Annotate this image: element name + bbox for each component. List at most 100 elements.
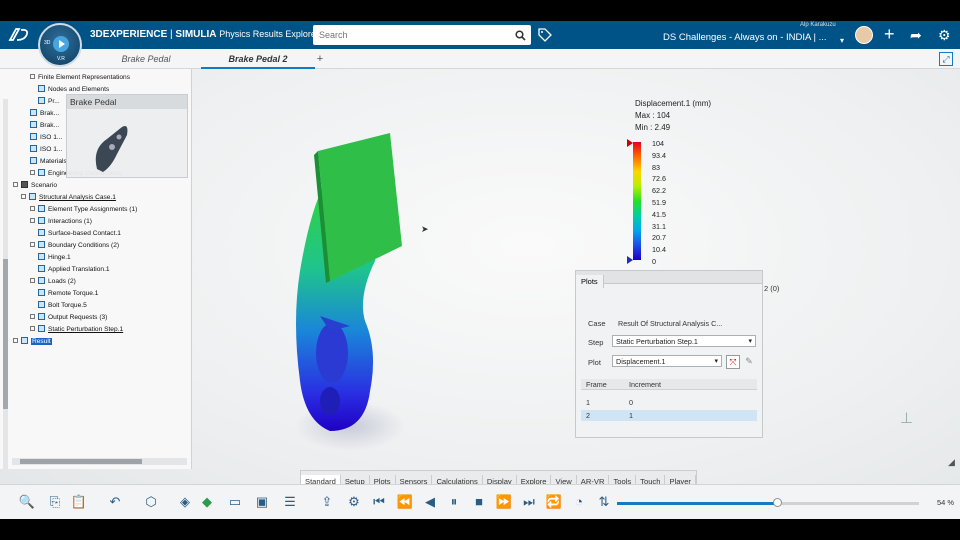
- pause-icon[interactable]: ⏸: [445, 493, 463, 511]
- axis-triad-icon[interactable]: ⊥: [900, 409, 924, 429]
- tree-node[interactable]: Bolt Torque.5: [38, 301, 87, 311]
- edit-icon[interactable]: ✎: [742, 355, 756, 369]
- chevron-down-icon[interactable]: ▾: [840, 34, 844, 48]
- brake-pedal-model[interactable]: [270, 121, 420, 451]
- export-icon[interactable]: ⇪: [318, 493, 336, 511]
- legend-max: Max : 104: [635, 111, 671, 120]
- plus-icon[interactable]: +: [884, 25, 895, 43]
- screen-icon[interactable]: ▣: [253, 493, 271, 511]
- community-icon[interactable]: ⚙: [938, 28, 951, 42]
- plot-select[interactable]: Displacement.1: [612, 355, 722, 367]
- plots-panel: Plots Case Result Of Structural Analysis…: [575, 270, 763, 438]
- avatar[interactable]: [855, 26, 873, 44]
- copy-icon[interactable]: ⎘: [46, 493, 64, 511]
- settings-icon[interactable]: ⚙: [345, 493, 363, 511]
- tree-node[interactable]: Applied Translation.1: [38, 265, 110, 275]
- legend-tick: 62.2: [652, 186, 666, 196]
- undo-icon[interactable]: ↶: [106, 493, 124, 511]
- tree-node[interactable]: Loads (2): [30, 277, 76, 287]
- tree-node[interactable]: Hinge.1: [38, 253, 71, 263]
- table-row[interactable]: 1 0: [581, 397, 757, 408]
- tree-node-result[interactable]: Result: [13, 337, 52, 347]
- legend-min-marker[interactable]: [627, 256, 633, 264]
- zoom-icon[interactable]: 🔍: [18, 493, 36, 511]
- tab-brake-pedal-2[interactable]: Brake Pedal 2: [201, 49, 315, 69]
- col-frame: Frame: [586, 380, 607, 389]
- case-label: Case: [588, 319, 606, 328]
- legend-tick: 41.5: [652, 209, 666, 219]
- legend-tick: 20.7: [652, 233, 666, 243]
- tree-node[interactable]: Boundary Conditions (2): [30, 241, 119, 251]
- ds-logo-icon[interactable]: [8, 27, 30, 43]
- table-header: Frame Increment: [581, 379, 757, 390]
- tree-node[interactable]: Pr...: [38, 97, 60, 107]
- node-icon: [30, 121, 37, 128]
- table-row-selected[interactable]: 2 1: [581, 410, 757, 421]
- tree-node[interactable]: Static Perturbation Step.1: [30, 325, 123, 335]
- preview-thumbnail: Brake Pedal: [66, 94, 188, 178]
- legend-max-marker[interactable]: [627, 139, 633, 147]
- compass-version-label: V.R: [57, 56, 65, 62]
- top-bar: 3DEXPERIENCE | SIMULIA Physics Results E…: [0, 21, 960, 49]
- tree-node[interactable]: Brak...: [30, 109, 59, 119]
- col-increment: Increment: [629, 380, 661, 389]
- tab-brake-pedal[interactable]: Brake Pedal: [105, 49, 187, 69]
- tree-node[interactable]: Scenario: [13, 181, 57, 191]
- step-label: Step: [588, 338, 604, 347]
- node-icon: [38, 169, 45, 176]
- legend-tick: 93.4: [652, 150, 666, 160]
- tree-node[interactable]: Remote Torque.1: [38, 289, 98, 299]
- tree-node[interactable]: ISO 1...: [30, 145, 62, 155]
- list-icon[interactable]: ☰: [281, 493, 299, 511]
- legend-tick: 0: [652, 257, 656, 266]
- slider-knob[interactable]: [773, 498, 783, 507]
- tree-node[interactable]: Structural Analysis Case.1: [21, 193, 116, 203]
- tag-icon[interactable]: [538, 28, 552, 42]
- search-icon[interactable]: [515, 30, 526, 41]
- node-icon: [38, 229, 45, 236]
- specification-tree: Finite Element Representations Nodes and…: [0, 69, 192, 469]
- search-input[interactable]: [313, 25, 531, 45]
- compass[interactable]: 3D V.R: [38, 23, 82, 67]
- monitor-icon[interactable]: ▭: [226, 493, 244, 511]
- speed-icon[interactable]: ◔: [570, 493, 588, 511]
- paste-icon[interactable]: 📋: [70, 493, 88, 511]
- brand-title: 3DEXPERIENCE | SIMULIA Physics Results E…: [90, 29, 319, 40]
- loop-icon[interactable]: 🔁: [545, 493, 563, 511]
- play-reverse-icon[interactable]: ◀: [421, 493, 439, 511]
- compass-3d-label: 3D: [44, 40, 51, 46]
- tree-node[interactable]: Output Requests (3): [30, 313, 107, 323]
- sort-icon[interactable]: ⇅: [595, 493, 613, 511]
- section-tabs: Standard Setup Plots Sensors Calculations Dis…: [300, 470, 697, 488]
- stop-icon[interactable]: ■: [470, 493, 488, 511]
- expand-icon[interactable]: ⤢: [939, 52, 953, 66]
- animation-slider[interactable]: [617, 498, 919, 507]
- contour-icon[interactable]: ◆: [198, 493, 216, 511]
- play-icon[interactable]: ⏩: [495, 493, 513, 511]
- tree-node[interactable]: Finite Element Representations: [30, 73, 130, 83]
- display-cube-icon[interactable]: ◈: [176, 493, 194, 511]
- slider-fill: [617, 502, 778, 505]
- node-icon: [30, 133, 37, 140]
- tree-node[interactable]: Element Type Assignments (1): [30, 205, 137, 215]
- compass-play-icon[interactable]: [53, 36, 69, 52]
- tree-node[interactable]: Materials: [30, 157, 67, 167]
- tab-new[interactable]: +: [312, 49, 328, 69]
- plot-label: Plot: [588, 358, 601, 367]
- tree-hscrollbar[interactable]: [12, 458, 187, 465]
- tree-node[interactable]: Surface-based Contact.1: [38, 229, 121, 239]
- share-icon[interactable]: ➦: [910, 28, 922, 42]
- cube-icon[interactable]: ⬡: [142, 493, 160, 511]
- collab-space-selector[interactable]: DS Challenges - Always on - INDIA | ...: [663, 32, 827, 43]
- tree-node[interactable]: ISO 1...: [30, 133, 62, 143]
- tree-scrollbar[interactable]: [3, 99, 8, 469]
- first-frame-icon[interactable]: ⏮: [370, 493, 388, 511]
- tree-node[interactable]: Interactions (1): [30, 217, 92, 227]
- last-frame-icon[interactable]: ⏭: [520, 493, 538, 511]
- step-back-icon[interactable]: ⏪: [396, 493, 414, 511]
- plots-panel-tab[interactable]: Plots: [576, 275, 604, 288]
- tree-node[interactable]: Brak...: [30, 121, 59, 131]
- plot-options-icon[interactable]: ⤧: [726, 355, 740, 369]
- collapse-arrow-icon[interactable]: ◢: [948, 457, 955, 468]
- step-select[interactable]: Static Perturbation Step.1: [612, 335, 756, 347]
